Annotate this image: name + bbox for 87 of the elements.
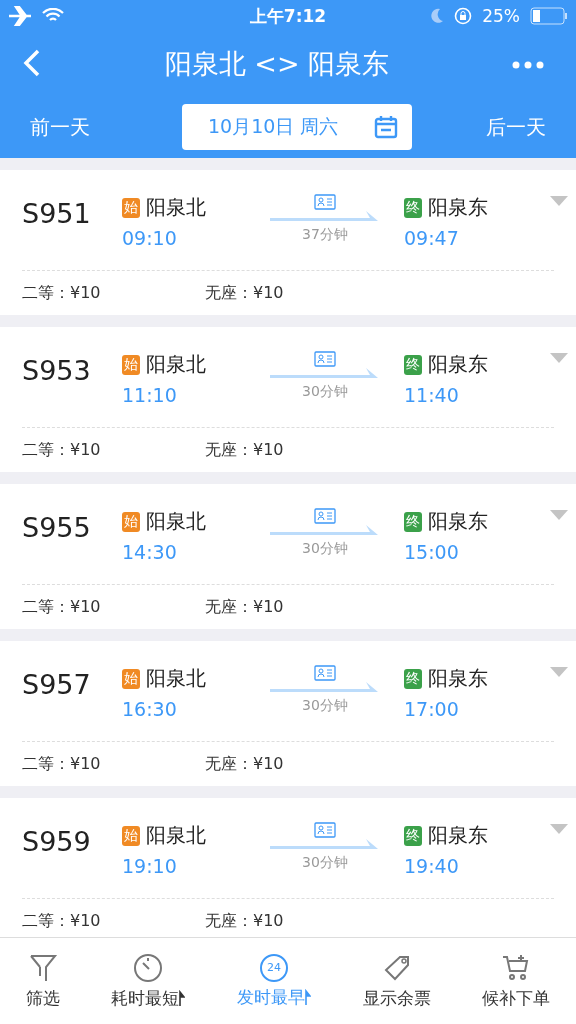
- trip-duration: 30分钟: [302, 540, 348, 558]
- train-card[interactable]: S957 始 阳泉北 16:30 30分钟 终 阳泉东 17:00 二等：¥10 无座：¥10: [0, 641, 576, 786]
- train-number: S959: [22, 826, 92, 857]
- id-card-icon: [314, 194, 336, 210]
- departure-station: 阳泉北: [146, 194, 206, 221]
- page-title: 阳泉北 <> 阳泉东: [164, 47, 390, 81]
- id-card-icon: [314, 665, 336, 681]
- seat-price: 无座：¥10: [205, 596, 285, 618]
- departure-time: 11:10: [122, 384, 178, 406]
- arrival-time: 09:47: [404, 227, 460, 249]
- battery-icon: [530, 7, 568, 25]
- arrival-station: 阳泉东: [428, 822, 488, 849]
- arrival-time: 11:40: [404, 384, 460, 406]
- departure-time: 16:30: [122, 698, 178, 720]
- id-card-icon: [314, 822, 336, 838]
- arrival-station: 阳泉东: [428, 508, 488, 535]
- caret-icon[interactable]: [550, 353, 568, 363]
- clock-icon: 24: [260, 953, 288, 982]
- caret-icon[interactable]: [550, 196, 568, 206]
- seat-price: 无座：¥10: [205, 910, 285, 932]
- terminal-tag: 终: [404, 354, 422, 375]
- filter-icon: [27, 952, 58, 983]
- arrow-icon: [270, 524, 380, 536]
- seat-price: 二等：¥10: [22, 282, 102, 304]
- seat-price: 无座：¥10: [205, 439, 285, 461]
- departure-station: 阳泉北: [146, 351, 206, 378]
- id-card-icon: [314, 508, 336, 524]
- trip-duration: 30分钟: [302, 854, 348, 872]
- origin-tag: 始: [122, 354, 140, 375]
- origin-tag: 始: [122, 197, 140, 218]
- departure-time: 09:10: [122, 227, 178, 249]
- trip-duration: 37分钟: [302, 226, 348, 244]
- arrival-station: 阳泉东: [428, 351, 488, 378]
- arrival-time: 17:00: [404, 698, 460, 720]
- train-number: S955: [22, 512, 92, 543]
- toolbar-tab[interactable]: 耗时最短: [111, 952, 186, 1010]
- arrival-station: 阳泉东: [428, 194, 488, 221]
- origin-tag: 始: [122, 511, 140, 532]
- rotation-lock-icon: [454, 7, 473, 25]
- arrival-time: 15:00: [404, 541, 460, 563]
- airplane-icon: [8, 6, 32, 26]
- seat-price: 二等：¥10: [22, 439, 102, 461]
- arrow-icon: [270, 367, 380, 379]
- origin-tag: 始: [122, 825, 140, 846]
- terminal-tag: 终: [404, 668, 422, 689]
- seat-price: 二等：¥10: [22, 596, 102, 618]
- train-card[interactable]: S953 始 阳泉北 11:10 30分钟 终 阳泉东 11:40 二等：¥10 无座：¥10: [0, 327, 576, 472]
- toolbar-tab[interactable]: 筛选: [25, 952, 60, 1010]
- battery-percent: 25%: [482, 6, 520, 26]
- arrival-station: 阳泉东: [428, 665, 488, 692]
- caret-icon[interactable]: [550, 667, 568, 677]
- terminal-tag: 终: [404, 511, 422, 532]
- train-card[interactable]: S955 始 阳泉北 14:30 30分钟 终 阳泉东 15:00 二等：¥10 无座：¥10: [0, 484, 576, 629]
- arrow-icon: [270, 838, 380, 850]
- sort-icon: [305, 989, 311, 1005]
- departure-station: 阳泉北: [146, 665, 206, 692]
- moon-icon: [430, 8, 445, 24]
- terminal-tag: 终: [404, 197, 422, 218]
- train-number: S957: [22, 669, 92, 700]
- toolbar-tab[interactable]: 显示余票: [362, 952, 431, 1010]
- stopwatch-icon: [133, 952, 164, 983]
- seat-price: 二等：¥10: [22, 910, 102, 932]
- arrow-icon: [270, 681, 380, 693]
- arrow-icon: [270, 210, 380, 222]
- train-card[interactable]: S959 始 阳泉北 19:10 30分钟 终 阳泉东 19:40 二等：¥10 无座：¥10: [0, 798, 576, 937]
- id-card-icon: [314, 351, 336, 367]
- seat-price: 二等：¥10: [22, 753, 102, 775]
- toolbar-tab[interactable]: 候补下单: [482, 952, 551, 1010]
- caret-icon[interactable]: [550, 510, 568, 520]
- train-number: S951: [22, 198, 92, 229]
- departure-station: 阳泉北: [146, 822, 206, 849]
- calendar-icon: [374, 115, 398, 139]
- trip-duration: 30分钟: [302, 383, 348, 401]
- departure-station: 阳泉北: [146, 508, 206, 535]
- train-number: S953: [22, 355, 92, 386]
- status-time: 上午7:12: [249, 4, 327, 28]
- arrival-time: 19:40: [404, 855, 460, 877]
- seat-price: 无座：¥10: [205, 282, 285, 304]
- terminal-tag: 终: [404, 825, 422, 846]
- sort-icon: [179, 990, 186, 1006]
- caret-icon[interactable]: [550, 824, 568, 834]
- seat-price: 无座：¥10: [205, 753, 285, 775]
- origin-tag: 始: [122, 668, 140, 689]
- departure-time: 14:30: [122, 541, 178, 563]
- train-card[interactable]: S951 始 阳泉北 09:10 37分钟 终 阳泉东 09:47 二等：¥10 无座：¥10: [0, 170, 576, 315]
- departure-time: 19:10: [122, 855, 178, 877]
- trip-duration: 30分钟: [302, 697, 348, 715]
